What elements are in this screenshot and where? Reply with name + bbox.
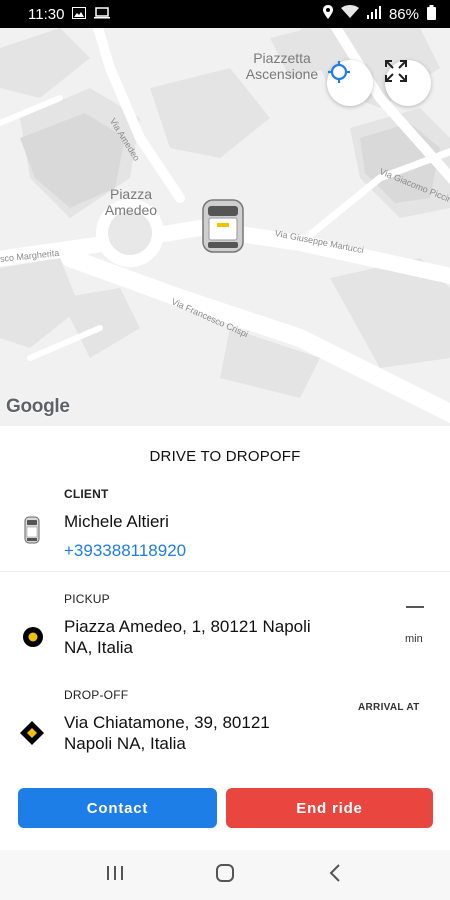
home-icon: [215, 863, 235, 888]
home-button[interactable]: [205, 855, 245, 895]
client-phone-link[interactable]: +393388118920: [64, 541, 186, 561]
dropoff-address-line1: Via Chiatamone, 39, 80121: [64, 713, 270, 732]
wifi-icon: [340, 5, 359, 23]
map-view[interactable]: Piazzetta Ascensione Piazza Amedeo Via G…: [0, 28, 450, 426]
place-label-piazzetta: Piazzetta Ascensione: [245, 50, 319, 82]
pickup-marker-icon: [22, 626, 44, 653]
car-icon: [24, 516, 40, 549]
place-label-piazza-amedeo: Piazza Amedeo: [104, 186, 158, 218]
dropoff-label: DROP-OFF: [64, 688, 129, 702]
gallery-icon: [72, 6, 87, 23]
pickup-eta-unit: min: [405, 633, 423, 645]
back-button[interactable]: [315, 855, 355, 895]
dropoff-address-line2: Napoli NA, Italia: [64, 734, 186, 753]
recent-apps-icon: [106, 865, 124, 886]
end-ride-button[interactable]: End ride: [226, 788, 433, 828]
divider: [0, 571, 450, 572]
signal-icon: [366, 5, 381, 23]
dropoff-marker-icon: [20, 721, 44, 750]
sheet-title: DRIVE TO DROPOFF: [149, 448, 301, 465]
pickup-label: PICKUP: [64, 592, 110, 606]
vehicle-marker-icon: [200, 198, 246, 254]
back-icon: [329, 863, 341, 887]
pickup-address-line1: Piazza Amedeo, 1, 80121 Napoli: [64, 617, 311, 636]
laptop-icon: [94, 6, 111, 23]
contact-button[interactable]: Contact: [18, 788, 217, 828]
fullscreen-button[interactable]: [385, 60, 431, 106]
ride-details-sheet: DRIVE TO DROPOFF CLIENT Michele Altieri …: [0, 426, 450, 850]
status-time: 11:30: [28, 5, 65, 23]
battery-percent: 86%: [388, 5, 419, 23]
pickup-eta-value: [406, 606, 424, 608]
client-name: Michele Altieri: [64, 512, 169, 531]
pickup-address-line2: NA, Italia: [64, 638, 133, 657]
status-bar: 11:30 86%: [0, 0, 450, 28]
recent-apps-button[interactable]: [95, 855, 135, 895]
arrival-label: ARRIVAL AT: [358, 702, 420, 713]
client-label: CLIENT: [64, 487, 109, 501]
recenter-button[interactable]: [327, 60, 373, 106]
system-nav-bar: [0, 850, 450, 900]
location-icon: [322, 5, 333, 23]
battery-icon: [427, 4, 436, 24]
google-attribution: Google: [6, 396, 70, 417]
